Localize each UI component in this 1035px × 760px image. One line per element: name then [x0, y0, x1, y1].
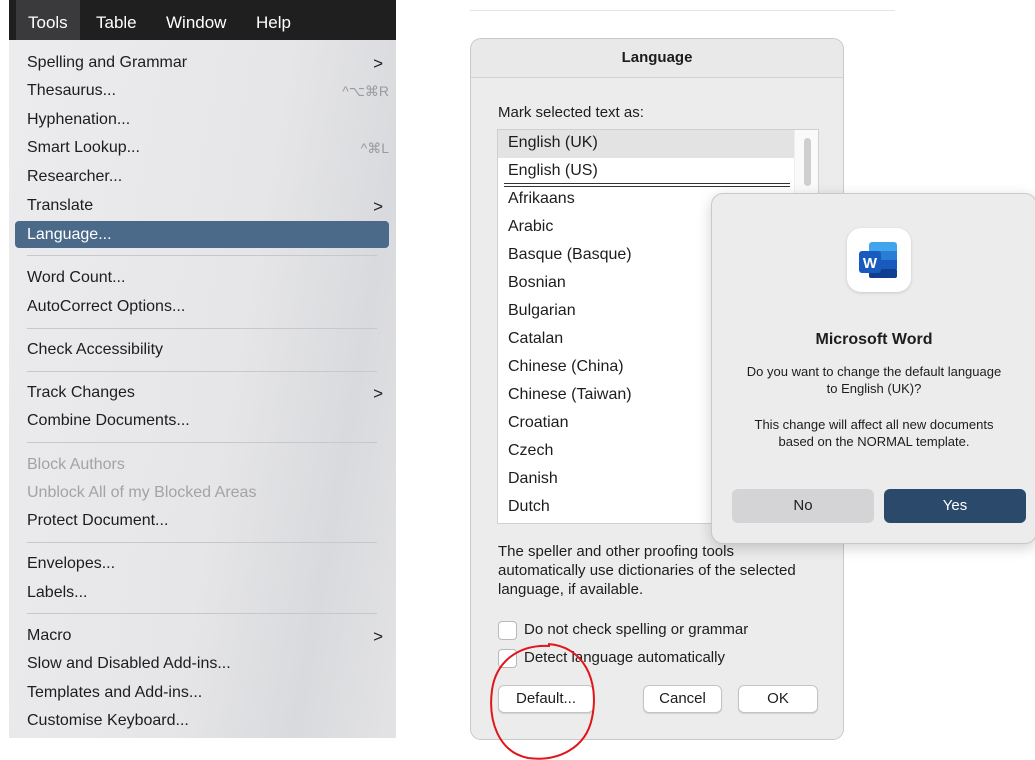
menu-item-envelopes[interactable]: Envelopes... — [27, 555, 115, 573]
menu-item-slow-and-disabled-add-ins[interactable]: Slow and Disabled Add-ins... — [27, 655, 231, 673]
mark-selected-text-label: Mark selected text as: — [498, 104, 644, 121]
chevron-right-icon: > — [373, 54, 383, 73]
microsoft-word-alert: W Microsoft Word Do you want to change t… — [711, 193, 1035, 544]
menu-item-templates-and-add-ins[interactable]: Templates and Add-ins... — [27, 684, 202, 702]
menu-item-thesaurus[interactable]: Thesaurus... ^⌥⌘R — [27, 82, 389, 100]
menu-table[interactable]: Table — [84, 0, 149, 40]
do-not-check-spelling-checkbox[interactable] — [498, 621, 517, 640]
ok-button[interactable]: OK — [738, 685, 818, 713]
menu-help[interactable]: Help — [244, 0, 303, 40]
menu-item-block-authors: Block Authors — [27, 456, 125, 473]
chevron-right-icon: > — [373, 197, 383, 216]
menu-item-translate[interactable]: Translate > — [27, 197, 383, 216]
dialog-title-bar: Language — [471, 39, 843, 78]
language-option-basque[interactable]: Basque (Basque) — [508, 246, 632, 264]
menu-separator — [27, 255, 377, 256]
language-option-bosnian[interactable]: Bosnian — [508, 274, 566, 292]
menu-item-labels[interactable]: Labels... — [27, 584, 87, 602]
language-option-chinese-taiwan[interactable]: Chinese (Taiwan) — [508, 386, 632, 404]
menu-item-label: Spelling and Grammar — [27, 54, 188, 71]
chevron-right-icon: > — [373, 627, 383, 646]
menu-item-label: Smart Lookup... — [27, 139, 140, 156]
menu-window[interactable]: Window — [154, 0, 238, 40]
menu-item-customise-keyboard[interactable]: Customise Keyboard... — [27, 712, 189, 730]
menu-item-combine-documents[interactable]: Combine Documents... — [27, 412, 190, 430]
speller-note: The speller and other proofing tools aut… — [498, 543, 796, 598]
alert-detail: This change will affect all new document… — [754, 417, 994, 449]
language-option-afrikaans[interactable]: Afrikaans — [508, 190, 575, 208]
menu-item-macro[interactable]: Macro > — [27, 627, 383, 646]
menu-item-spelling-and-grammar[interactable]: Spelling and Grammar > — [27, 54, 383, 73]
microsoft-word-icon: W — [847, 228, 911, 292]
language-option-danish[interactable]: Danish — [508, 470, 558, 488]
language-option-czech[interactable]: Czech — [508, 442, 553, 460]
cancel-button[interactable]: Cancel — [643, 685, 722, 713]
shortcut-text: ^⌘L — [360, 140, 389, 156]
language-option-arabic[interactable]: Arabic — [508, 218, 553, 236]
menu-separator — [27, 442, 377, 443]
language-option-chinese-china[interactable]: Chinese (China) — [508, 358, 624, 376]
menu-item-check-accessibility[interactable]: Check Accessibility — [27, 341, 163, 359]
language-option-bulgarian[interactable]: Bulgarian — [508, 302, 576, 320]
tools-menu: Spelling and Grammar > Thesaurus... ^⌥⌘R… — [9, 40, 396, 738]
alert-message: Do you want to change the default langua… — [746, 364, 1002, 396]
dialog-title: Language — [621, 49, 693, 66]
menu-separator — [27, 542, 377, 543]
menu-item-autocorrect-options[interactable]: AutoCorrect Options... — [27, 298, 185, 316]
menu-separator — [27, 371, 377, 372]
yes-button[interactable]: Yes — [884, 489, 1026, 523]
word-icon-letter: W — [863, 255, 878, 272]
no-button[interactable]: No — [732, 489, 874, 523]
list-divider — [504, 183, 790, 184]
language-option-croatian[interactable]: Croatian — [508, 414, 568, 432]
menu-separator — [27, 328, 377, 329]
red-annotation-circle — [490, 643, 595, 760]
language-option-dutch[interactable]: Dutch — [508, 498, 550, 516]
list-scrollbar-thumb[interactable] — [804, 138, 811, 186]
menu-item-track-changes[interactable]: Track Changes > — [27, 384, 383, 403]
shortcut-text: ^⌥⌘R — [342, 83, 389, 99]
list-divider — [504, 186, 790, 187]
chevron-right-icon: > — [373, 384, 383, 403]
language-option-english-uk[interactable]: English (UK) — [508, 134, 598, 152]
menu-item-label: Macro — [27, 627, 72, 644]
menu-separator — [27, 613, 377, 614]
menu-item-word-count[interactable]: Word Count... — [27, 269, 125, 287]
document-ruler-line — [470, 10, 895, 11]
language-option-catalan[interactable]: Catalan — [508, 330, 563, 348]
alert-title: Microsoft Word — [815, 331, 933, 348]
menu-item-unblock-all: Unblock All of my Blocked Areas — [27, 484, 257, 501]
menu-tools[interactable]: Tools — [16, 0, 80, 40]
menu-item-protect-document[interactable]: Protect Document... — [27, 512, 168, 530]
menu-item-language[interactable]: Language... — [15, 221, 389, 248]
menu-item-label: Track Changes — [27, 384, 135, 401]
language-option-english-us[interactable]: English (US) — [508, 162, 598, 180]
menu-bar: Tools Table Window Help — [9, 0, 396, 40]
menu-item-label: Translate — [27, 197, 94, 214]
menu-item-researcher[interactable]: Researcher... — [27, 168, 122, 186]
do-not-check-spelling-label: Do not check spelling or grammar — [524, 621, 749, 638]
menu-item-smart-lookup[interactable]: Smart Lookup... ^⌘L — [27, 139, 389, 157]
menu-item-label: Thesaurus... — [27, 82, 116, 99]
menu-item-hyphenation[interactable]: Hyphenation... — [27, 111, 130, 129]
